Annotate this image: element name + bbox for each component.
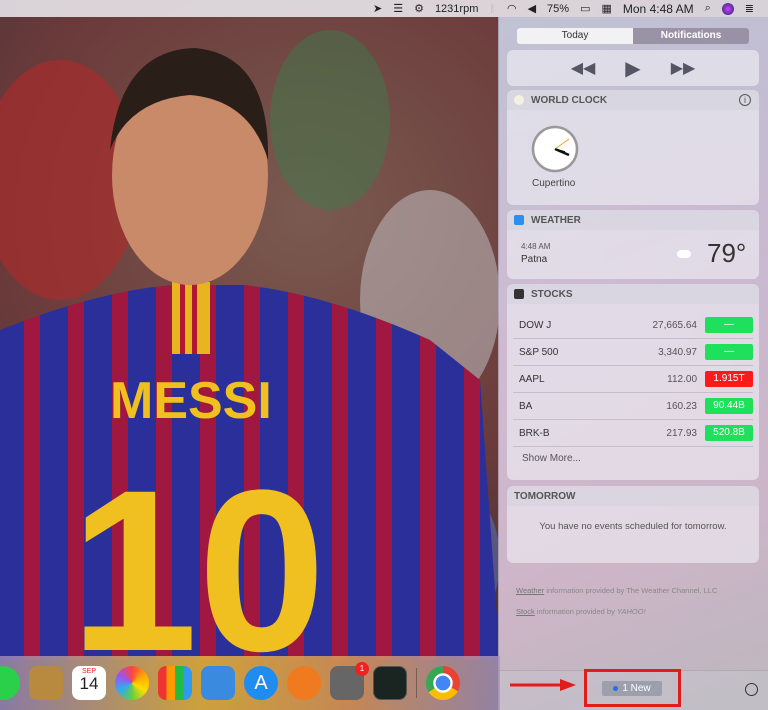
weather-title: WEATHER: [531, 214, 581, 226]
settings-gear-icon[interactable]: [745, 683, 758, 696]
weather-app-icon: [514, 215, 524, 225]
prefs-badge: 1: [355, 662, 369, 676]
stock-symbol: BA: [519, 400, 533, 412]
menu-extra-icon[interactable]: ☰: [393, 2, 403, 15]
stock-row[interactable]: DOW J 27,665.64 —: [513, 312, 753, 339]
tomorrow-message: You have no events scheduled for tomorro…: [539, 521, 727, 532]
spotlight-search-icon[interactable]: ⌕: [705, 2, 711, 15]
stock-credit-link[interactable]: Stock: [516, 607, 535, 616]
stock-price: 27,665.64: [652, 319, 698, 331]
stock-symbol: DOW J: [519, 319, 552, 331]
jersey-name: MESSI: [110, 372, 272, 430]
stock-row[interactable]: BA 160.23 90.44B: [513, 393, 753, 420]
stock-price: 160.23: [666, 400, 697, 412]
stock-change-button[interactable]: —: [705, 344, 753, 360]
stock-symbol: S&P 500: [519, 346, 559, 358]
keynote-icon[interactable]: [201, 666, 235, 700]
notification-center-icon[interactable]: ≣: [745, 2, 754, 15]
stocks-app-icon: [514, 289, 524, 299]
world-clock-title: WORLD CLOCK: [531, 94, 608, 106]
stock-change-button[interactable]: 90.44B: [705, 398, 753, 414]
fan-speed[interactable]: 1231rpm: [435, 3, 478, 15]
numbers-icon[interactable]: [158, 666, 192, 700]
calendar-app-icon[interactable]: SEP 14: [72, 666, 106, 700]
play-icon[interactable]: ▶: [625, 56, 640, 81]
analog-clock: [531, 125, 579, 173]
notefile-icon[interactable]: [29, 666, 63, 700]
tomorrow-title: TOMORROW: [514, 490, 576, 502]
app-store-icon[interactable]: A: [244, 666, 278, 700]
media-widget: ◀◀ ▶ ▶▶: [507, 50, 759, 86]
stock-credit-text: information provided by: [536, 607, 615, 616]
stock-row[interactable]: BRK-B 217.93 520.8B: [513, 420, 753, 447]
siri-icon[interactable]: [721, 2, 734, 15]
dock: SEP 14 A 1: [0, 656, 500, 710]
activity-monitor-icon[interactable]: [373, 666, 407, 700]
stock-symbol: AAPL: [519, 373, 545, 385]
whatsapp-icon[interactable]: [0, 666, 20, 700]
stock-credit: Stock information provided by YAHOO!: [516, 607, 646, 616]
new-label: 1 New: [622, 683, 651, 694]
calendar-icon[interactable]: ▦: [601, 2, 611, 15]
books-icon[interactable]: [287, 666, 321, 700]
weather-credit-link[interactable]: Weather: [516, 586, 544, 595]
new-dot-icon: [613, 686, 619, 691]
menu-bar: ➤ ☰ ⚙ 1231rpm ᛒ ◠ ◀ 75% ▭ ▦ Mon 4:48 AM …: [0, 0, 768, 17]
system-preferences-icon[interactable]: 1: [330, 662, 369, 700]
bluetooth-icon[interactable]: ᛒ: [489, 3, 496, 15]
weather-time: 4:48 AM: [521, 242, 551, 251]
stocks-title: STOCKS: [531, 288, 573, 300]
weather-widget: WEATHER 4:48 AM Patna 79°: [507, 210, 759, 279]
menu-clock[interactable]: Mon 4:48 AM: [623, 2, 694, 16]
stock-row[interactable]: AAPL 112.00 1.915T: [513, 366, 753, 393]
tab-notifications[interactable]: Notifications: [633, 28, 749, 44]
stock-price: 112.00: [667, 373, 697, 385]
volume-icon[interactable]: ◀: [528, 2, 536, 15]
chrome-icon[interactable]: [426, 666, 460, 700]
cloud-icon: [677, 250, 691, 258]
red-arrow-icon: [510, 679, 576, 691]
stock-change-button[interactable]: 520.8B: [705, 425, 753, 441]
info-icon[interactable]: i: [739, 94, 751, 106]
notification-center-panel: Today Notifications ◀◀ ▶ ▶▶ WORLD CLOCK …: [498, 17, 768, 710]
rewind-icon[interactable]: ◀◀: [571, 58, 596, 78]
battery-percent[interactable]: 75%: [547, 3, 569, 15]
clock-city: Cupertino: [532, 178, 576, 189]
tomorrow-widget: TOMORROW You have no events scheduled fo…: [507, 486, 759, 563]
weather-credit: Weather information provided by The Weat…: [516, 586, 717, 595]
fast-forward-icon[interactable]: ▶▶: [671, 58, 696, 78]
tab-today[interactable]: Today: [517, 28, 633, 44]
stock-price: 3,340.97: [658, 346, 697, 358]
dock-separator: [416, 668, 417, 698]
stocks-widget: STOCKS DOW J 27,665.64 — S&P 500 3,340.97 — AA…: [507, 284, 759, 480]
yahoo-logo: YAHOO!: [616, 607, 646, 616]
stock-change-button[interactable]: 1.915T: [705, 371, 753, 387]
panel-tabs: Today Notifications: [517, 28, 749, 44]
world-clock-widget: WORLD CLOCK i Cupertino: [507, 90, 759, 205]
weather-credit-text: information provided by The Weather Chan…: [546, 586, 718, 595]
fan-icon[interactable]: ⚙: [414, 2, 424, 15]
show-more-link[interactable]: Show More...: [507, 447, 759, 464]
photos-icon[interactable]: [115, 666, 149, 700]
calendar-day: 14: [79, 674, 99, 693]
clock-icon: [514, 95, 524, 105]
stock-change-button[interactable]: —: [705, 317, 753, 333]
new-notifications-button[interactable]: 1 New: [602, 681, 662, 696]
wifi-icon[interactable]: ◠: [507, 2, 517, 15]
stock-row[interactable]: S&P 500 3,340.97 —: [513, 339, 753, 366]
weather-city: Patna: [521, 254, 548, 265]
stock-price: 217.93: [666, 427, 697, 439]
location-icon[interactable]: ➤: [373, 2, 382, 15]
battery-icon[interactable]: ▭: [580, 2, 590, 15]
weather-temp: 79°: [707, 238, 747, 268]
stock-symbol: BRK-B: [519, 427, 550, 439]
